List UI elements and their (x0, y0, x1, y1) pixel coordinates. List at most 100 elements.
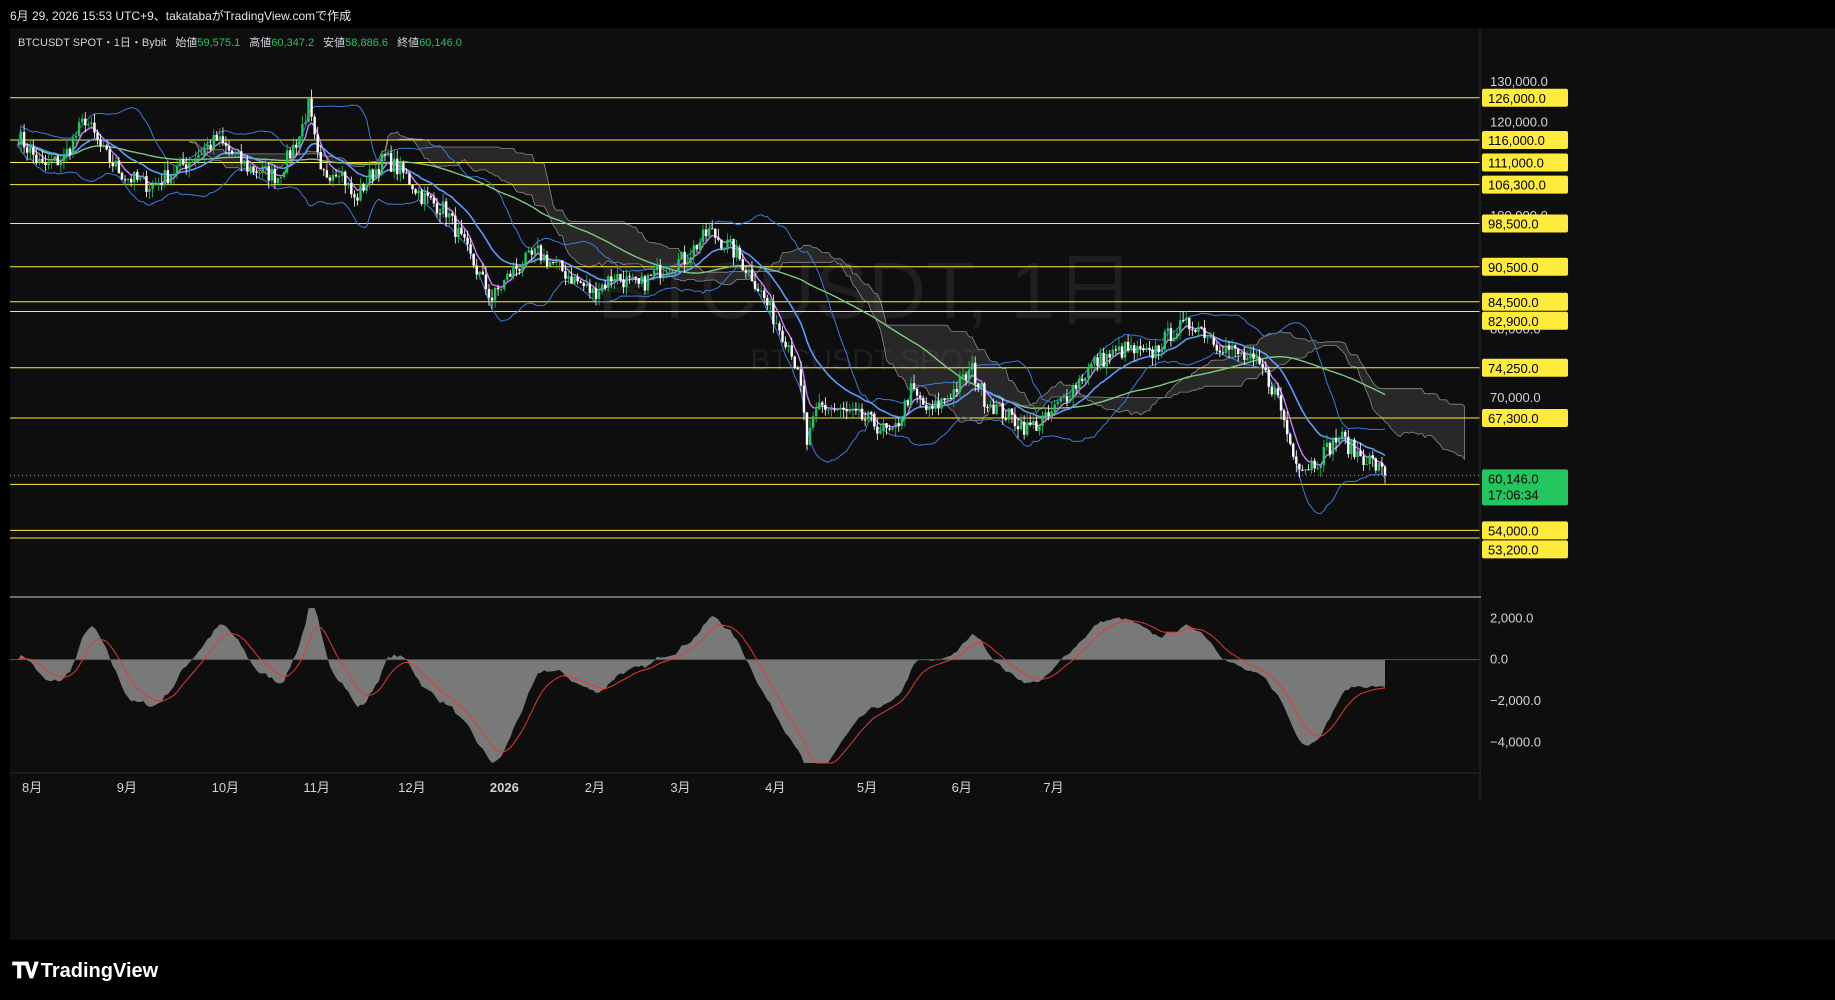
legend-close-label: 終値 (397, 37, 420, 49)
time-tick-label: 6月 (952, 780, 972, 795)
candle (53, 155, 56, 163)
chart-panel[interactable]: BTCUSDT, 1日 BTCUSDT SPOT 130,000.0 120,00… (10, 28, 1835, 940)
legend-low-label: 安値 (323, 37, 346, 49)
candle (1304, 468, 1307, 475)
candle (1151, 346, 1154, 366)
candle (1356, 442, 1359, 463)
candle (940, 398, 943, 414)
price-tick-label: 70,000.0 (1490, 390, 1541, 405)
macd-tick-label: −2,000.0 (1490, 693, 1541, 708)
level-tag-3[interactable]: 106,300.0 (1482, 175, 1568, 194)
legend-open-value: 59,575.1 (197, 37, 241, 49)
svg-text:53,200.0: 53,200.0 (1488, 542, 1539, 557)
time-tick-label: 7月 (1043, 780, 1063, 795)
level-tag-9[interactable]: 67,300.0 (1482, 408, 1568, 427)
candle (860, 403, 864, 422)
candle (475, 258, 478, 280)
candle (408, 172, 411, 186)
tradingview-brand-text: TradingView (40, 959, 159, 982)
candle (1203, 319, 1206, 343)
last-price-tag[interactable]: 60,146.017:06:34 (1482, 469, 1568, 506)
candle (172, 166, 176, 184)
candle (307, 96, 310, 123)
candle (854, 402, 858, 416)
candle (441, 193, 445, 218)
time-tick-label: 5月 (857, 780, 877, 795)
candle (824, 397, 827, 416)
candle (136, 169, 139, 183)
candle (108, 146, 111, 169)
candle (145, 170, 148, 198)
candle (457, 222, 460, 243)
candle (84, 112, 87, 133)
candle (509, 270, 512, 277)
candle (1310, 457, 1313, 475)
candle (1224, 337, 1228, 358)
candle (1194, 329, 1197, 334)
tradingview-logo[interactable]: 𝐓𝐕 TradingView (12, 958, 158, 984)
candle (157, 177, 160, 191)
candle (894, 418, 897, 437)
candle (873, 411, 876, 431)
candle (81, 114, 84, 125)
time-tick-label: 8月 (22, 780, 42, 795)
price-tick-label: 120,000.0 (1490, 115, 1548, 130)
candle (344, 170, 347, 194)
level-tag-0[interactable]: 126,000.0 (1482, 88, 1568, 107)
chart-canvas[interactable]: BTCUSDT, 1日 BTCUSDT SPOT 130,000.0120,00… (10, 28, 1835, 940)
macd-tick-label: 2,000.0 (1490, 610, 1533, 625)
price-tick-label: 130,000.0 (1490, 74, 1548, 89)
candle (931, 400, 934, 416)
candle (285, 144, 289, 175)
level-tag-6[interactable]: 84,500.0 (1482, 292, 1568, 311)
svg-text:82,900.0: 82,900.0 (1488, 314, 1539, 329)
level-tag-8[interactable]: 74,250.0 (1482, 358, 1568, 377)
candle (1322, 439, 1326, 472)
candle (906, 399, 910, 408)
candle (62, 148, 66, 170)
level-tag-2[interactable]: 111,000.0 (1482, 153, 1568, 172)
candle (389, 145, 393, 173)
candle (29, 139, 32, 161)
candle (304, 113, 307, 125)
candle (215, 131, 218, 141)
legend-high-value: 60,347.2 (271, 37, 315, 49)
level-tag-11[interactable]: 54,000.0 (1482, 521, 1568, 540)
level-tag-4[interactable]: 98,500.0 (1482, 214, 1568, 233)
level-tag-5[interactable]: 90,500.0 (1482, 257, 1568, 276)
candle (120, 171, 124, 180)
candle (1154, 340, 1157, 368)
last-price-value: 60,146.0 (1488, 471, 1539, 486)
candle (1227, 340, 1231, 359)
candle (1331, 437, 1335, 462)
candle (1169, 322, 1173, 347)
level-tag-7[interactable]: 82,900.0 (1482, 311, 1568, 330)
candle (1007, 408, 1011, 424)
candle (1136, 340, 1139, 362)
level-tag-12[interactable]: 53,200.0 (1482, 540, 1568, 559)
candle (1016, 417, 1020, 439)
candle (1301, 465, 1304, 472)
level-tag-1[interactable]: 116,000.0 (1482, 131, 1568, 150)
candle (1233, 344, 1237, 358)
candle (377, 164, 381, 182)
svg-text:74,250.0: 74,250.0 (1488, 361, 1539, 376)
candle (915, 386, 919, 404)
candle (1081, 374, 1084, 385)
candle (1282, 408, 1286, 428)
candle (460, 219, 463, 236)
candle (93, 114, 96, 138)
candle (1206, 336, 1209, 344)
candle (1145, 343, 1148, 353)
candle (301, 115, 304, 144)
candle (1374, 457, 1378, 474)
candle (47, 153, 50, 170)
candle (1022, 415, 1026, 440)
candle (576, 273, 579, 285)
candle (561, 259, 564, 273)
candle (319, 144, 322, 170)
candle (383, 153, 387, 162)
candle (472, 253, 475, 269)
candle (793, 355, 796, 370)
candle (542, 248, 546, 264)
